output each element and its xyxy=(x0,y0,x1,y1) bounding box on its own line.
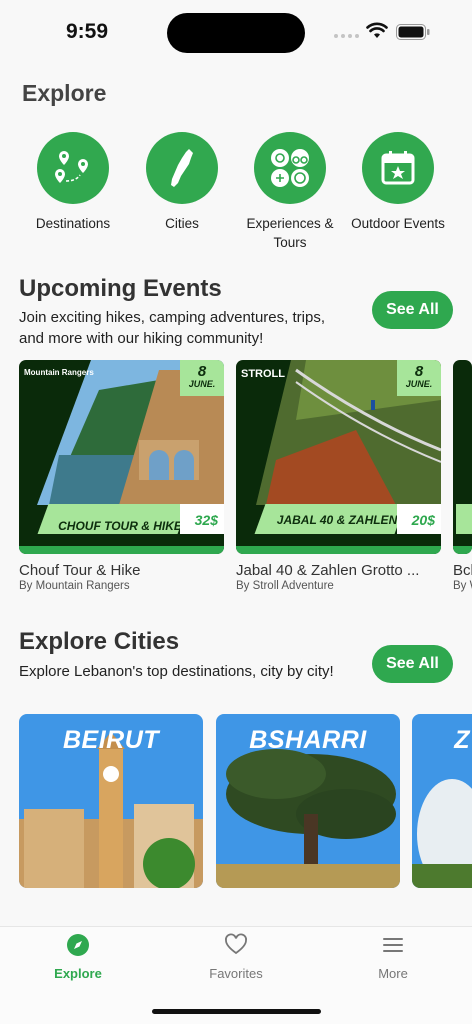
event-organizer: By W xyxy=(453,580,472,592)
cellular-signal-icon xyxy=(334,34,359,38)
tab-explore[interactable]: Explore xyxy=(28,933,128,981)
city-name: BEIRUT xyxy=(62,726,160,754)
category-experiences-tours[interactable]: Experiences & Tours xyxy=(240,132,340,252)
event-day: 8 xyxy=(414,363,424,380)
wifi-icon xyxy=(366,22,388,38)
category-label: Cities xyxy=(165,216,199,231)
tab-label: Favorites xyxy=(209,966,263,981)
tab-label: More xyxy=(378,966,408,981)
calendar-star-icon xyxy=(362,132,434,204)
city-name: BSHARRI xyxy=(249,726,367,754)
card-accent-strip xyxy=(19,546,224,554)
dynamic-island xyxy=(167,13,305,53)
event-price: 20$ xyxy=(411,512,435,528)
card-accent-strip xyxy=(236,546,441,554)
event-title[interactable]: Chouf Tour & Hike xyxy=(19,562,224,579)
upcoming-events-subtitle: Join exciting hikes, camping adventures,… xyxy=(19,309,325,347)
category-label: Destinations xyxy=(35,216,111,231)
event-banner-text: CHOUF TOUR & HIKE xyxy=(58,519,182,533)
explore-cities-subtitle: Explore Lebanon's top destinations, city… xyxy=(19,663,334,680)
explore-cities-title: Explore Cities xyxy=(19,628,180,655)
event-price: 32$ xyxy=(194,512,218,528)
city-card-bsharri[interactable]: BSHARRI xyxy=(216,714,400,888)
category-destinations[interactable]: Destinations xyxy=(23,132,123,233)
event-month: JUNE. xyxy=(188,379,216,389)
heart-icon xyxy=(225,933,247,955)
cities-see-all-button[interactable]: See All xyxy=(372,645,453,683)
event-card[interactable]: STROLL 8 JUNE. JABAL 40 & ZAHLEN 20$ xyxy=(236,360,441,554)
event-month: JUNE. xyxy=(405,379,433,389)
card-accent-strip xyxy=(453,546,472,554)
activities-icon xyxy=(254,132,326,204)
category-cities[interactable]: Cities xyxy=(132,132,232,233)
event-card[interactable] xyxy=(453,360,472,554)
battery-icon xyxy=(396,24,430,40)
category-outdoor-events[interactable]: Outdoor Events xyxy=(348,132,448,233)
tab-label: Explore xyxy=(54,966,102,981)
organizer-logo: STROLL xyxy=(241,368,285,380)
event-day: 8 xyxy=(197,363,207,380)
event-organizer: By Stroll Adventure xyxy=(236,580,334,592)
home-indicator xyxy=(152,1009,321,1014)
event-title[interactable]: Jabal 40 & Zahlen Grotto ... xyxy=(236,562,436,579)
tab-favorites[interactable]: Favorites xyxy=(186,933,286,981)
tab-more[interactable]: More xyxy=(343,933,443,981)
event-organizer: By Mountain Rangers xyxy=(19,580,130,592)
status-time: 9:59 xyxy=(66,20,109,43)
event-card[interactable]: Mountain Rangers 8 JUNE. CHOUF TOUR & HI… xyxy=(19,360,224,554)
status-bar: 9:59 xyxy=(0,0,472,62)
upcoming-events-title: Upcoming Events xyxy=(19,275,222,302)
category-label: Experiences & Tours xyxy=(246,216,334,250)
city-card-partial[interactable]: Z xyxy=(412,714,472,888)
event-title[interactable]: Bch xyxy=(453,562,472,579)
upcoming-see-all-button[interactable]: See All xyxy=(372,291,453,329)
category-label: Outdoor Events xyxy=(351,216,445,231)
city-card-beirut[interactable]: BEIRUT xyxy=(19,714,203,888)
city-name: Z xyxy=(454,726,470,754)
menu-icon xyxy=(383,938,403,952)
map-pins-icon xyxy=(37,132,109,204)
event-date-badge: 8 JUNE. xyxy=(397,360,441,396)
organizer-logo: Mountain Rangers xyxy=(24,368,94,377)
lebanon-map-icon xyxy=(146,132,218,204)
compass-icon xyxy=(67,934,89,956)
page-title: Explore xyxy=(22,80,107,106)
event-date-badge: 8 JUNE. xyxy=(180,360,224,396)
event-banner-text: JABAL 40 & ZAHLEN xyxy=(276,513,398,527)
event-banner-bg xyxy=(456,504,472,534)
